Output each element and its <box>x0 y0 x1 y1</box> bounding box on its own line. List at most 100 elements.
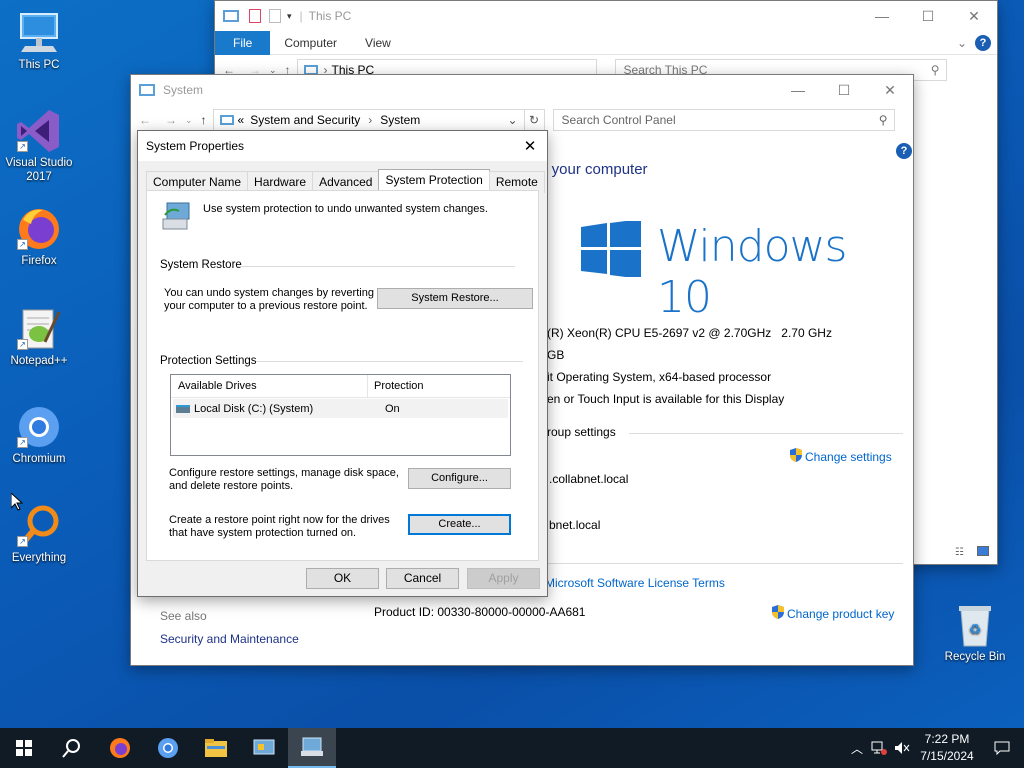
help-icon[interactable]: ? <box>896 143 912 159</box>
shortcut-arrow-icon: ↗ <box>17 536 28 547</box>
ribbon-tab-view[interactable]: View <box>351 36 405 50</box>
taskbar-control-panel[interactable] <box>240 728 288 768</box>
notepadpp-icon: ↗ <box>15 306 63 352</box>
shortcut-arrow-icon: ↗ <box>17 339 28 350</box>
processor-value: (R) Xeon(R) CPU E5-2697 v2 @ 2.70GHz 2.7… <box>547 326 832 340</box>
windows-brand-text: Windows 10 <box>657 221 847 323</box>
properties-icon[interactable] <box>249 9 261 23</box>
configure-description: Configure restore settings, manage disk … <box>169 467 399 492</box>
ribbon-tabs: File Computer View ⌄ ? <box>215 30 997 55</box>
desktop-icon-recycle-bin[interactable]: ♻ Recycle Bin <box>937 602 1013 664</box>
shortcut-arrow-icon: ↗ <box>17 437 28 448</box>
restore-section-label: System Restore <box>160 259 242 271</box>
ribbon-tab-computer[interactable]: Computer <box>270 36 351 50</box>
drives-table: Available Drives Protection Local Disk (… <box>170 374 511 456</box>
taskbar: ︿ 7:22 PM 7/15/2024 <box>0 728 1024 768</box>
protection-section-label: Protection Settings <box>160 355 257 367</box>
restore-description: You can undo system changes by reverting… <box>164 287 374 312</box>
system-title: System <box>163 83 204 97</box>
firefox-icon <box>110 738 130 758</box>
customize-quick-access-icon[interactable]: ▾ <box>287 11 292 22</box>
configure-button[interactable]: Configure... <box>408 468 511 489</box>
search-button[interactable] <box>48 728 96 768</box>
desktop-icon-firefox[interactable]: ↗ Firefox <box>1 206 77 268</box>
system-type-value: it Operating System, x64-based processor <box>547 370 772 384</box>
expand-ribbon-icon[interactable]: ⌄ <box>957 36 967 50</box>
taskbar-system-properties[interactable] <box>288 728 336 768</box>
explorer-titlebar[interactable]: ▾ | This PC — ☐ ✕ <box>215 1 997 31</box>
new-folder-icon[interactable] <box>269 9 281 23</box>
dialog-close-button[interactable]: ✕ <box>513 137 547 155</box>
ram-value: GB <box>547 348 565 362</box>
search-icon: ⚲ <box>878 113 888 127</box>
taskbar-file-explorer[interactable] <box>192 728 240 768</box>
recent-locations-icon[interactable]: ⌄ <box>185 115 193 126</box>
maximize-button[interactable]: ☐ <box>821 75 867 105</box>
license-terms-link[interactable]: Microsoft Software License Terms <box>545 576 725 590</box>
control-panel-search-box[interactable]: Search Control Panel ⚲ <box>552 109 895 131</box>
network-icon[interactable] <box>868 741 890 755</box>
create-description: Create a restore point right now for the… <box>169 514 390 539</box>
clock[interactable]: 7:22 PM 7/15/2024 <box>914 731 980 765</box>
search-icon: ⚲ <box>930 63 940 77</box>
change-settings-link[interactable]: Change settings <box>789 448 892 465</box>
visual-studio-icon: ↗ <box>15 108 63 154</box>
forward-arrow-icon[interactable]: → <box>165 113 177 127</box>
start-button[interactable] <box>0 728 48 768</box>
svg-text:♻: ♻ <box>969 621 982 637</box>
volume-icon[interactable] <box>890 741 914 755</box>
desktop-icon-visual-studio[interactable]: ↗ Visual Studio 2017 <box>1 108 77 184</box>
breadcrumb-system-and-security[interactable]: System and Security <box>250 113 360 127</box>
table-row[interactable]: Local Disk (C:) (System) On <box>173 399 508 418</box>
close-button[interactable]: ✕ <box>951 1 997 31</box>
system-protection-icon <box>161 201 193 236</box>
domain-value-1: .collabnet.local <box>549 472 629 486</box>
minimize-button[interactable]: — <box>859 1 905 31</box>
domain-value-2: bnet.local <box>549 518 601 532</box>
taskbar-chromium[interactable] <box>144 728 192 768</box>
desktop-icon-label: Firefox <box>21 255 57 267</box>
see-also-heading: See also <box>160 609 207 623</box>
system-titlebar[interactable]: System — ☐ ✕ <box>131 75 913 105</box>
taskbar-firefox[interactable] <box>96 728 144 768</box>
refresh-button[interactable]: ↻ <box>524 109 545 131</box>
column-header-drives[interactable]: Available Drives <box>171 375 368 397</box>
show-hidden-icons-icon[interactable]: ︿ <box>846 740 868 757</box>
up-arrow-icon[interactable]: ↑ <box>201 113 207 127</box>
close-button[interactable]: ✕ <box>867 75 913 105</box>
apply-button[interactable]: Apply <box>467 568 540 589</box>
computer-icon <box>223 10 239 22</box>
clock-time: 7:22 PM <box>924 732 970 746</box>
cancel-button[interactable]: Cancel <box>386 568 459 589</box>
breadcrumb-system[interactable]: System <box>380 113 420 127</box>
ok-button[interactable]: OK <box>306 568 379 589</box>
ribbon-tab-file[interactable]: File <box>215 30 271 55</box>
system-properties-dialog[interactable]: System Properties ✕ Computer Name Hardwa… <box>137 130 548 597</box>
minimize-button[interactable]: — <box>775 75 821 105</box>
search-icon <box>62 739 80 758</box>
large-icons-view-icon[interactable] <box>977 546 989 556</box>
column-header-protection[interactable]: Protection <box>368 380 424 392</box>
desktop-icon-chromium[interactable]: ↗ Chromium <box>1 404 77 466</box>
change-product-key-link[interactable]: Change product key <box>771 605 894 622</box>
create-button[interactable]: Create... <box>408 514 511 535</box>
recycle-bin-icon: ♻ <box>951 602 999 648</box>
action-center-icon[interactable] <box>980 741 1024 755</box>
system-address-bar[interactable]: « System and Security › System ⌄ <box>212 109 525 131</box>
drive-protection: On <box>385 402 400 415</box>
address-dropdown-icon[interactable]: ⌄ <box>507 113 517 127</box>
system-icon <box>139 84 155 96</box>
desktop-icon-this-pc[interactable]: This PC <box>1 10 77 72</box>
security-maintenance-link[interactable]: Security and Maintenance <box>160 632 299 646</box>
desktop-icon-label: Chromium <box>12 453 66 465</box>
desktop-icon-notepadpp[interactable]: ↗ Notepad++ <box>1 306 77 368</box>
breadcrumb-overflow[interactable]: « <box>238 113 245 127</box>
details-view-icon[interactable]: ☷ <box>955 547 964 558</box>
back-arrow-icon[interactable]: ← <box>139 113 151 127</box>
help-icon[interactable]: ? <box>975 34 991 51</box>
system-restore-button[interactable]: System Restore... <box>377 288 533 309</box>
dialog-titlebar[interactable]: System Properties ✕ <box>138 131 547 161</box>
system-properties-icon <box>301 737 323 756</box>
maximize-button[interactable]: ☐ <box>905 1 951 31</box>
control-panel-icon <box>253 739 275 755</box>
